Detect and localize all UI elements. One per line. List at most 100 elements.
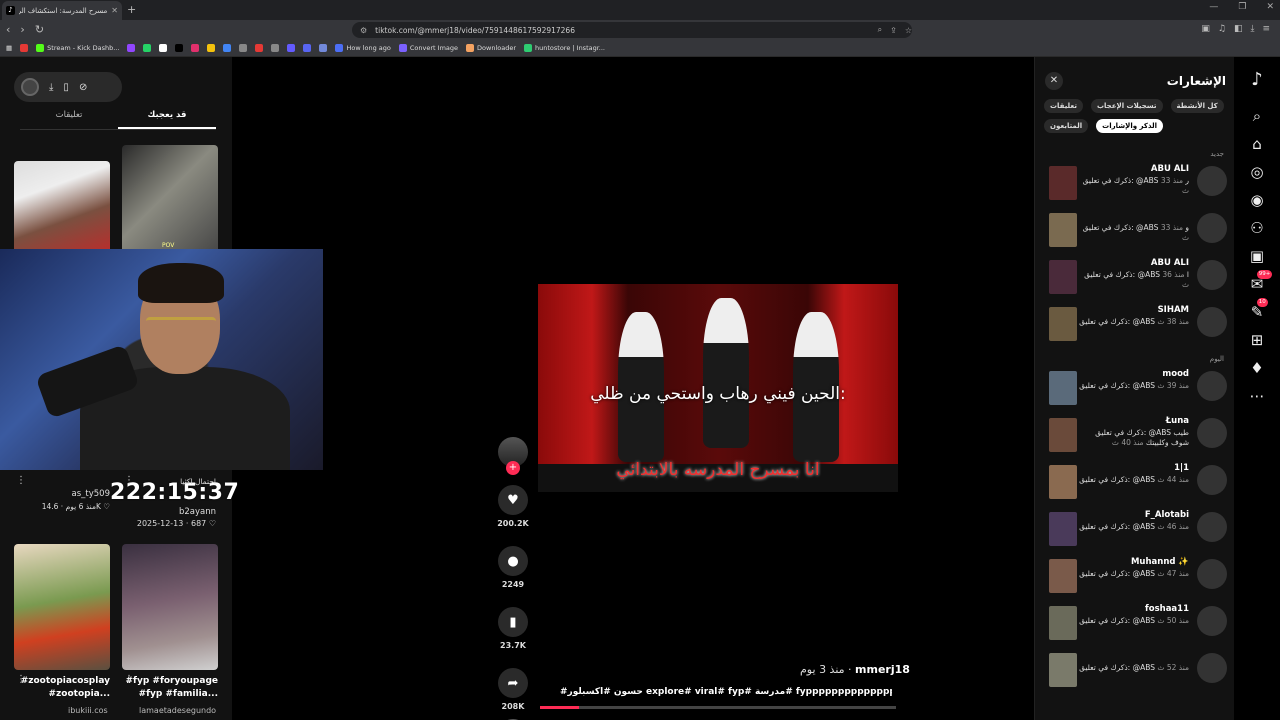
notification-username[interactable]: SIHAM bbox=[1158, 305, 1189, 315]
notification-item[interactable]: ABU ALI ذكرك في تعليق: @ABS ا منذ 36 ث bbox=[1035, 256, 1234, 300]
filter-chip[interactable]: كل الأنشطة bbox=[1170, 99, 1224, 113]
bookmark-item[interactable] bbox=[255, 44, 264, 52]
notification-username[interactable]: 1|1 bbox=[1174, 463, 1189, 473]
notification-username[interactable]: foshaa11 bbox=[1145, 604, 1189, 614]
notification-username[interactable]: F_Alotabi bbox=[1145, 510, 1189, 520]
video-author[interactable]: lamaetadesegundo bbox=[139, 706, 216, 715]
tab-comments[interactable]: تعليقات bbox=[20, 110, 118, 129]
avatar[interactable] bbox=[1197, 307, 1227, 337]
notification-item[interactable]: 1|1 ذكرك في تعليق: @ABS منذ 44 ث bbox=[1035, 461, 1234, 505]
close-window-icon[interactable]: ✕ bbox=[1266, 2, 1274, 12]
like-button[interactable]: ♥ bbox=[498, 485, 528, 515]
bookmark-star-icon[interactable]: ☆ bbox=[905, 26, 912, 35]
notification-video-thumbnail[interactable] bbox=[1049, 260, 1077, 294]
notification-username[interactable]: mood bbox=[1162, 369, 1189, 379]
download-icon[interactable]: ⤓ bbox=[49, 82, 53, 93]
video-caption[interactable]: #fyp #foryoupage #fyp #familia... bbox=[122, 675, 219, 701]
share-button[interactable]: ➦ bbox=[498, 668, 528, 698]
notification-item[interactable]: ذكرك في تعليق: @ABS و منذ 33 ث bbox=[1035, 209, 1234, 253]
avatar[interactable] bbox=[1197, 213, 1227, 243]
video-player[interactable]: الحين فيني رهاب واستحي من ظلي: انا بمسرح… bbox=[538, 284, 898, 492]
avatar[interactable] bbox=[1197, 559, 1227, 589]
tab-you-may-like[interactable]: قد يعجبك bbox=[118, 110, 216, 129]
notification-video-thumbnail[interactable] bbox=[1049, 653, 1077, 687]
live-icon[interactable]: ▣ bbox=[1250, 249, 1264, 264]
follow-plus-icon[interactable]: + bbox=[506, 461, 520, 475]
site-info-icon[interactable]: ⚙ bbox=[360, 26, 367, 35]
comment-button[interactable]: ● bbox=[498, 546, 528, 576]
menu-icon[interactable]: ≡ bbox=[1262, 24, 1270, 34]
sidebar-icon[interactable]: ◧ bbox=[1234, 24, 1243, 34]
notification-username[interactable]: Muhannd ✨ bbox=[1131, 557, 1189, 567]
avatar[interactable] bbox=[1197, 166, 1227, 196]
avatar[interactable] bbox=[1197, 512, 1227, 542]
video-description[interactable]: #حسون #اكسبلور explore# viral# fyp# مدرس… bbox=[560, 687, 892, 697]
avatar[interactable] bbox=[1197, 260, 1227, 290]
avatar[interactable] bbox=[1197, 606, 1227, 636]
new-tab-icon[interactable]: + bbox=[127, 3, 136, 16]
notification-video-thumbnail[interactable] bbox=[1049, 559, 1077, 593]
bookmark-item[interactable]: Stream - Kick Dashb... bbox=[36, 44, 119, 52]
minimize-icon[interactable]: — bbox=[1209, 2, 1218, 12]
notification-video-thumbnail[interactable] bbox=[1049, 606, 1077, 640]
bookmark-item[interactable] bbox=[207, 44, 216, 52]
video-thumbnail[interactable] bbox=[14, 544, 110, 670]
downloads-icon[interactable]: ⤓ bbox=[1250, 24, 1254, 34]
zoom-icon[interactable]: ⌕ bbox=[878, 25, 882, 35]
bookmark-item[interactable]: How long ago bbox=[335, 44, 391, 52]
coins-icon[interactable]: ♦ bbox=[1250, 361, 1263, 376]
phone-icon[interactable]: ▯ bbox=[63, 82, 69, 93]
notification-video-thumbnail[interactable] bbox=[1049, 371, 1077, 405]
bookmark-item[interactable]: Downloader bbox=[466, 44, 516, 52]
bookmark-item[interactable]: Convert Image bbox=[398, 44, 458, 52]
close-icon[interactable]: ✕ bbox=[1045, 72, 1063, 90]
bookmark-item[interactable] bbox=[127, 44, 136, 52]
notification-video-thumbnail[interactable] bbox=[1049, 512, 1077, 546]
avatar[interactable] bbox=[1197, 465, 1227, 495]
filter-chip[interactable]: المتابعون bbox=[1044, 119, 1089, 133]
notification-item[interactable]: mood ذكرك في تعليق: @ABS منذ 39 ث bbox=[1035, 367, 1234, 411]
bookmark-item[interactable] bbox=[319, 44, 328, 52]
apps-icon[interactable]: ▦ bbox=[6, 44, 12, 52]
tiktok-logo-icon[interactable]: ♪ bbox=[1251, 71, 1263, 89]
avatar[interactable] bbox=[21, 78, 39, 96]
creator-avatar[interactable]: + bbox=[498, 437, 528, 475]
forward-icon[interactable]: › bbox=[20, 23, 24, 36]
notification-username[interactable]: ABU ALI bbox=[1151, 258, 1189, 268]
address-bar[interactable]: ⚙ tiktok.com/@mmerj18/video/759144861759… bbox=[352, 22, 912, 38]
bookmark-item[interactable] bbox=[271, 44, 280, 52]
notification-item[interactable]: Łuna ذكرك في تعليق: @ABS طيب شوف وكلبيتك … bbox=[1035, 414, 1234, 458]
home-icon[interactable]: ⌂ bbox=[1252, 137, 1262, 152]
maximize-icon[interactable]: ❐ bbox=[1238, 2, 1246, 12]
notification-item[interactable]: foshaa11 ذكرك في تعليق: @ABS منذ 50 ث bbox=[1035, 602, 1234, 646]
filter-chip[interactable]: تعليقات bbox=[1044, 99, 1083, 113]
more-options-icon[interactable]: ⋮ bbox=[16, 475, 26, 486]
media-icon[interactable]: ♫ bbox=[1218, 24, 1226, 34]
bookmark-item[interactable]: huntostore | Instagr... bbox=[524, 44, 605, 52]
video-caption[interactable]: #zootopiacosplay #zootopia... bbox=[14, 675, 110, 701]
upload-icon[interactable]: ⊞ bbox=[1251, 333, 1264, 348]
filter-chip[interactable]: تسجيلات الإعجاب bbox=[1091, 99, 1163, 113]
notification-username[interactable]: ABU ALI bbox=[1151, 164, 1189, 174]
notification-item[interactable]: F_Alotabi ذكرك في تعليق: @ABS منذ 46 ث bbox=[1035, 508, 1234, 552]
following-icon[interactable]: ⚇ bbox=[1250, 221, 1263, 236]
inbox-icon[interactable]: ✉ 99+ bbox=[1251, 270, 1273, 292]
video-author[interactable]: as_ty509 bbox=[20, 489, 110, 499]
notification-video-thumbnail[interactable] bbox=[1049, 213, 1077, 247]
notification-item[interactable]: SIHAM ذكرك في تعليق: @ABS منذ 38 ث bbox=[1035, 303, 1234, 347]
notification-video-thumbnail[interactable] bbox=[1049, 166, 1077, 200]
bookmark-item[interactable] bbox=[143, 44, 152, 52]
back-icon[interactable]: ‹ bbox=[6, 23, 10, 36]
notification-video-thumbnail[interactable] bbox=[1049, 465, 1077, 499]
notification-video-thumbnail[interactable] bbox=[1049, 307, 1077, 341]
bookmark-item[interactable] bbox=[223, 44, 232, 52]
more-icon[interactable]: ⋯ bbox=[1250, 389, 1265, 404]
explore-icon[interactable]: ◎ bbox=[1250, 165, 1263, 180]
bookmark-item[interactable] bbox=[159, 44, 168, 52]
notification-item[interactable]: ذكرك في تعليق: @ABS منذ 52 ث bbox=[1035, 649, 1234, 693]
video-thumbnail[interactable] bbox=[14, 161, 110, 257]
notification-video-thumbnail[interactable] bbox=[1049, 418, 1077, 452]
avatar[interactable] bbox=[1197, 653, 1227, 683]
video-username[interactable]: mmerj18 bbox=[855, 663, 910, 676]
bookmark-item[interactable] bbox=[20, 44, 29, 52]
